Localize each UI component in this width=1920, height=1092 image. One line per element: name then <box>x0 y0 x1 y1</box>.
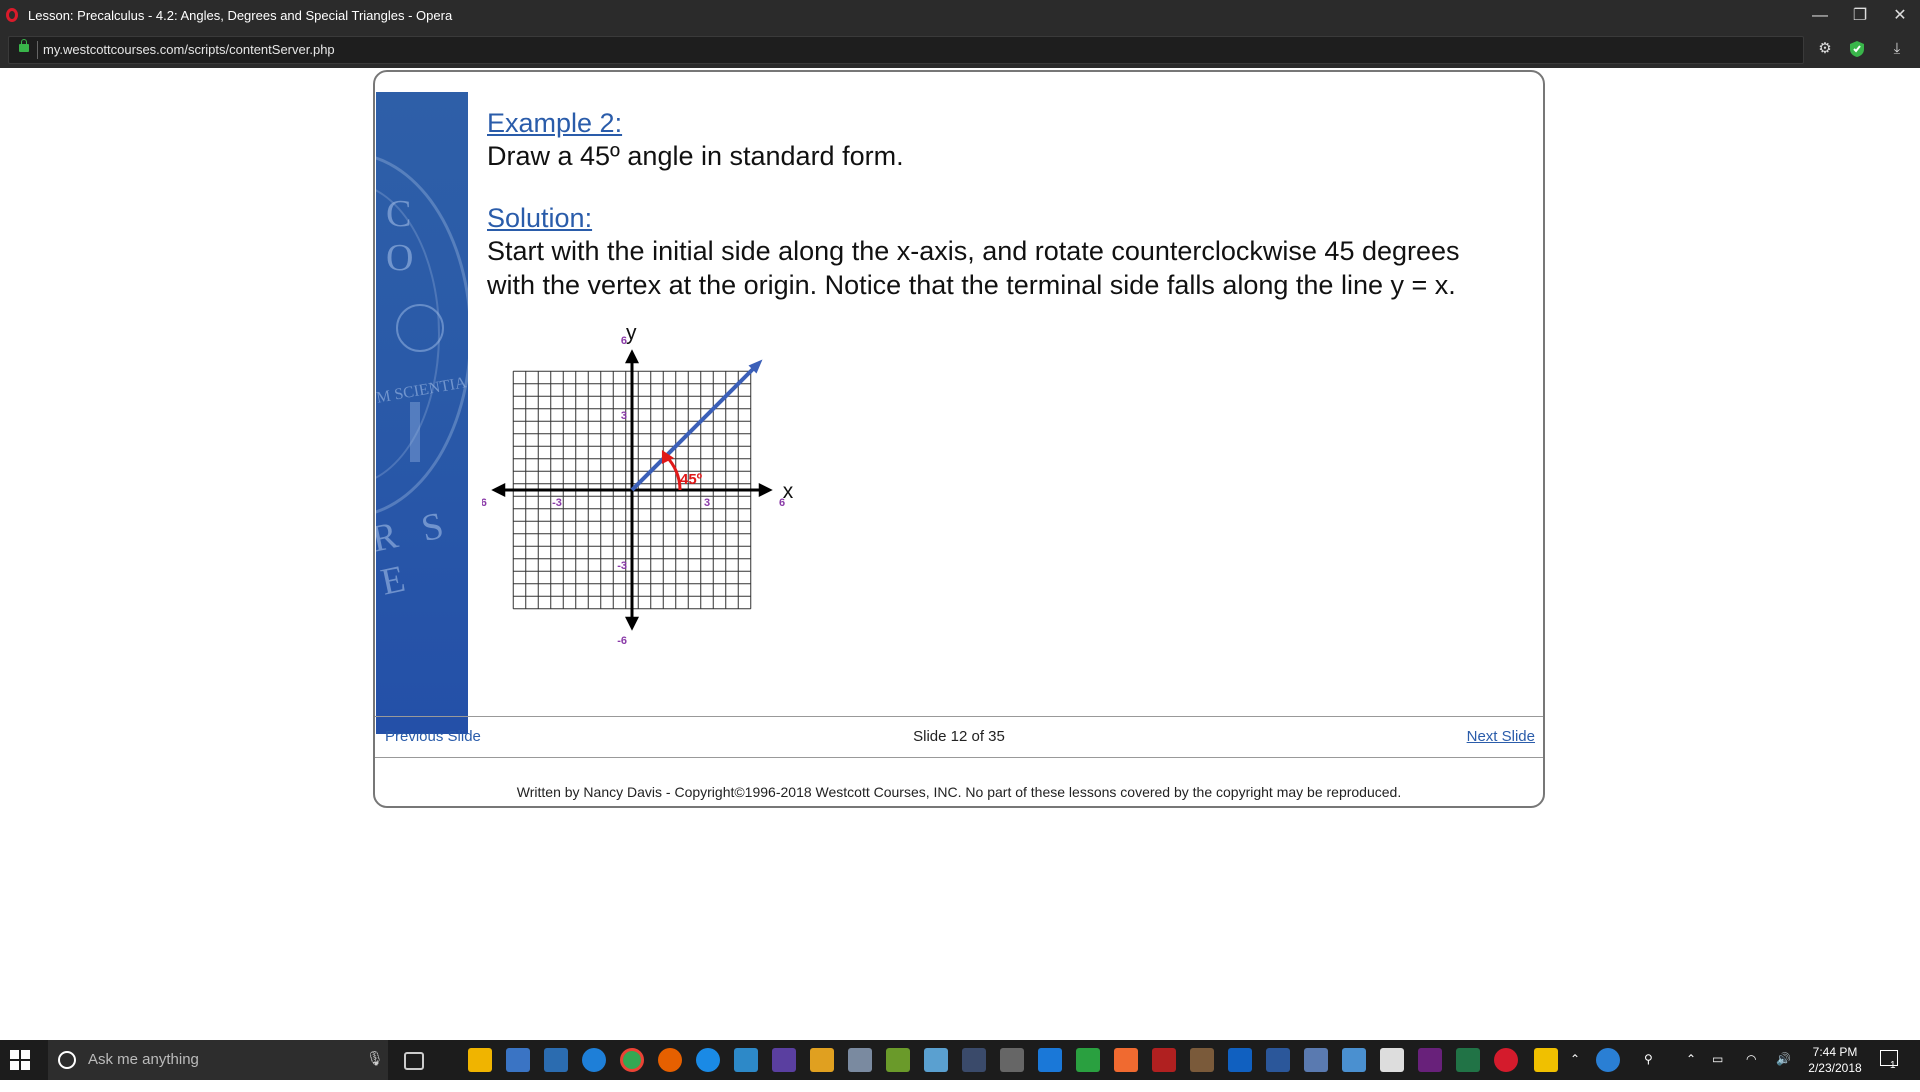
file-explorer-icon[interactable] <box>468 1048 492 1072</box>
xmind-icon[interactable] <box>544 1048 568 1072</box>
cortana-circle-icon <box>58 1051 76 1069</box>
star-app-icon[interactable] <box>810 1048 834 1072</box>
dp-app-icon[interactable] <box>772 1048 796 1072</box>
url-field[interactable]: my.westcottcourses.com/scripts/contentSe… <box>8 36 1804 64</box>
microphone-icon[interactable]: 🎙 <box>366 1050 384 1067</box>
excel-icon[interactable] <box>1456 1048 1480 1072</box>
lesson-slide-card: C O M SCIENTIA R S E Example 2: Draw a 4… <box>373 70 1545 808</box>
teamviewer-icon[interactable] <box>1038 1048 1062 1072</box>
seal-text-top: C O <box>386 193 422 279</box>
remote-desktop-icon[interactable] <box>1304 1048 1328 1072</box>
window-title: Lesson: Precalculus - 4.2: Angles, Degre… <box>28 8 453 23</box>
x-tick-label: -6 <box>482 497 487 509</box>
address-bar: my.westcottcourses.com/scripts/contentSe… <box>0 32 1920 68</box>
visual-studio-icon[interactable] <box>1418 1048 1442 1072</box>
lambda-app-icon[interactable] <box>886 1048 910 1072</box>
opera-logo-icon <box>6 8 18 22</box>
notification-count: 1 <box>1890 1060 1896 1071</box>
filezilla-icon[interactable] <box>1152 1048 1176 1072</box>
x-tick-label: -3 <box>552 497 562 509</box>
solution-heading: Solution: <box>487 203 593 233</box>
window-titlebar: Lesson: Precalculus - 4.2: Angles, Degre… <box>0 0 1920 32</box>
adblock-shield-icon[interactable] <box>1848 40 1866 58</box>
edge-icon[interactable] <box>582 1048 606 1072</box>
slide-counter: Slide 12 of 35 <box>913 728 1005 745</box>
network-app-icon[interactable] <box>962 1048 986 1072</box>
opera-taskbar-icon[interactable] <box>1494 1048 1518 1072</box>
internet-explorer-icon[interactable] <box>696 1048 720 1072</box>
y-axis-arrow-up <box>625 349 639 364</box>
x-tick-label: 3 <box>704 497 710 509</box>
clock-time: 7:44 PM <box>1812 1045 1858 1059</box>
wireshark-icon[interactable] <box>848 1048 872 1072</box>
cortana-search-box[interactable]: Ask me anything 🎙 <box>48 1040 388 1080</box>
next-slide-link[interactable]: Next Slide <box>1467 728 1535 745</box>
y-tick-label: 3 <box>621 410 627 422</box>
clock-date: 2/23/2018 <box>1808 1061 1862 1075</box>
globe-emblem-icon <box>396 304 444 352</box>
camtasia-icon[interactable] <box>1076 1048 1100 1072</box>
windows-taskbar: Ask me anything 🎙 ⌃ ⚲ ⌃ ▭ ◠ 🔊 7:44 PM 2/… <box>0 1040 1920 1080</box>
firefox-icon[interactable] <box>658 1048 682 1072</box>
task-view-icon[interactable] <box>404 1052 424 1070</box>
people-icon[interactable]: ⚲ <box>1644 1052 1653 1092</box>
word-icon[interactable] <box>1266 1048 1290 1072</box>
x-axis-arrow-right <box>758 483 773 497</box>
solution-line-2: with the vertex at the origin. Notice th… <box>487 270 1456 300</box>
chrome-icon[interactable] <box>620 1048 644 1072</box>
y-tick-label: -3 <box>617 560 627 572</box>
action-center-icon[interactable]: 1 <box>1880 1050 1898 1090</box>
windows-start-icon[interactable] <box>10 1050 30 1070</box>
outlook-icon[interactable] <box>1228 1048 1252 1072</box>
x-axis-arrow-left <box>491 483 506 497</box>
taskbar-clock[interactable]: 7:44 PM 2/23/2018 <box>1800 1044 1870 1076</box>
minimize-button[interactable]: — <box>1804 4 1836 28</box>
wifi-icon[interactable]: ◠ <box>1746 1052 1756 1092</box>
y-axis-label: y <box>626 321 637 344</box>
skype-icon[interactable] <box>1342 1048 1366 1072</box>
example-text: Draw a 45º angle in standard form. <box>487 141 904 171</box>
torch-emblem-icon <box>410 402 420 462</box>
settings-gear-icon[interactable]: ⚙ <box>1816 40 1834 58</box>
calculator-icon[interactable] <box>1000 1048 1024 1072</box>
restore-button[interactable]: ❐ <box>1844 4 1876 28</box>
help-icon[interactable] <box>1596 1048 1620 1072</box>
lock-icon <box>19 39 29 52</box>
angle-arc <box>664 454 682 491</box>
example-heading: Example 2: <box>487 108 623 138</box>
show-hidden-icons-icon[interactable]: ⌃ <box>1686 1052 1696 1092</box>
slides-app-icon[interactable] <box>1534 1048 1558 1072</box>
angle-label: 45º <box>680 471 703 488</box>
store-icon[interactable] <box>506 1048 530 1072</box>
battery-icon[interactable]: ▭ <box>1712 1052 1723 1092</box>
solution-line-1: Start with the initial side along the x-… <box>487 236 1460 266</box>
volume-icon[interactable]: 🔊 <box>1776 1052 1791 1092</box>
slide-navigation-bar: Previous Slide Slide 12 of 35 Next Slide <box>375 716 1543 758</box>
notes-app-icon[interactable] <box>924 1048 948 1072</box>
close-window-button[interactable]: ✕ <box>1884 4 1916 28</box>
xampp-icon[interactable] <box>1114 1048 1138 1072</box>
powershell-icon[interactable] <box>734 1048 758 1072</box>
copyright-notice: Written by Nancy Davis - Copyright©1996-… <box>516 784 1402 800</box>
seal-text-bottom: R S E <box>376 502 456 604</box>
search-placeholder: Ask me anything <box>88 1051 199 1068</box>
download-icon[interactable]: ⤓ <box>1888 40 1906 58</box>
decorative-sidebar: C O M SCIENTIA R S E <box>376 92 468 734</box>
x-axis-label: x <box>783 480 794 503</box>
slide-content: Example 2: Draw a 45º angle in standard … <box>487 108 1527 302</box>
terminal-app-icon[interactable] <box>1190 1048 1214 1072</box>
y-axis-arrow-down <box>625 616 639 631</box>
url-separator <box>37 41 38 59</box>
y-tick-label: -6 <box>617 635 627 647</box>
coordinate-plane: -6-33663-3-6 x y 45º <box>482 321 794 647</box>
url-text: my.westcottcourses.com/scripts/contentSe… <box>43 42 335 57</box>
taskbar-scroll-icon[interactable]: ⌃ <box>1570 1052 1580 1092</box>
mail-icon[interactable] <box>1380 1048 1404 1072</box>
